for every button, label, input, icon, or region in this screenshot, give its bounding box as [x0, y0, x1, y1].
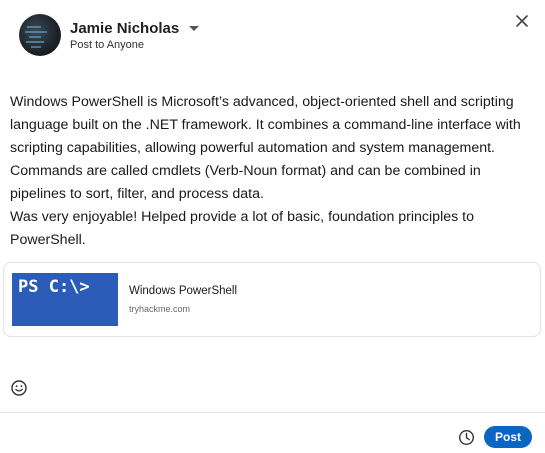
- emoji-icon[interactable]: [10, 379, 28, 397]
- close-icon[interactable]: [509, 8, 535, 34]
- avatar: [19, 14, 61, 56]
- link-preview-domain: tryhackme.com: [129, 304, 191, 314]
- author-name: Jamie Nicholas: [70, 19, 180, 37]
- post-text-editor[interactable]: Windows PowerShell is Microsoft’s advanc…: [10, 91, 530, 252]
- audience-selector[interactable]: Post to Anyone: [70, 39, 199, 51]
- footer-divider: [0, 412, 545, 413]
- post-author-header: Jamie Nicholas Post to Anyone: [19, 14, 200, 56]
- author-selector[interactable]: Jamie Nicholas: [70, 19, 200, 37]
- post-button[interactable]: Post: [484, 426, 532, 448]
- link-preview-text: Windows PowerShell tryhackme.com: [129, 285, 237, 314]
- link-preview-thumbnail: PS C:\>: [12, 273, 118, 326]
- clock-icon[interactable]: [458, 429, 475, 446]
- link-preview-card[interactable]: PS C:\> Windows PowerShell tryhackme.com: [3, 262, 541, 337]
- author-identity: Jamie Nicholas Post to Anyone: [70, 19, 200, 51]
- chevron-down-icon[interactable]: [189, 25, 200, 31]
- link-preview-title: Windows PowerShell: [129, 285, 238, 297]
